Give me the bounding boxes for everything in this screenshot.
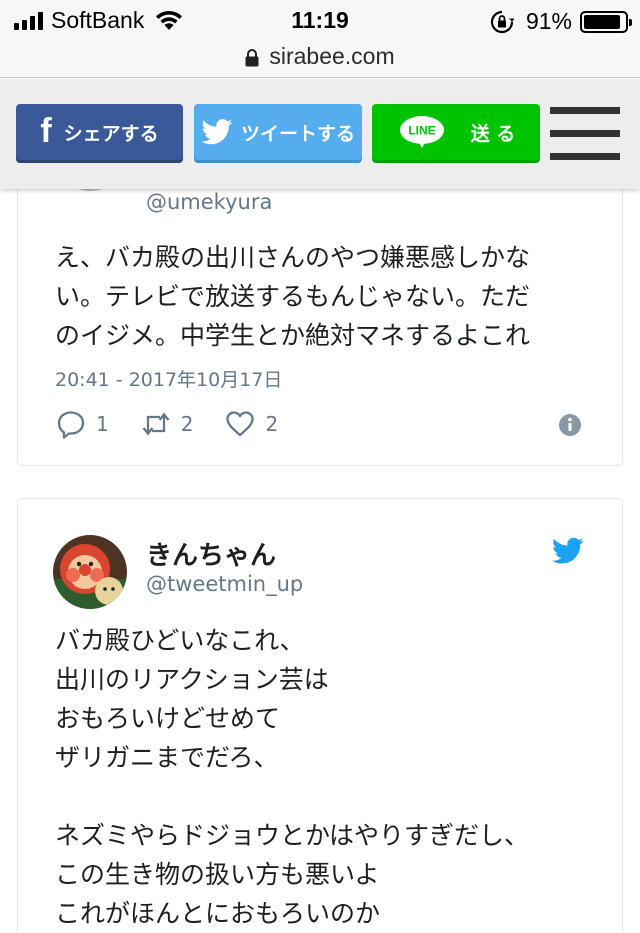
tweet-display-name[interactable]: きんちゃん xyxy=(146,535,276,572)
info-icon[interactable] xyxy=(558,413,582,437)
twitter-bird-icon xyxy=(201,119,233,145)
tweet-text: バカ殿ひどいなこれ、 出川のリアクション芸は おもろいけどせめて ザリガニまでだ… xyxy=(55,626,530,928)
battery-percentage: 91% xyxy=(525,8,572,34)
tweet-card[interactable]: @umekyura え、バカ殿の出川さんのやつ嫌悪感しかな い。テレビで放送する… xyxy=(17,117,623,466)
tweet-handle[interactable]: @tweetmin_up xyxy=(146,572,303,596)
like-count: 2 xyxy=(265,412,279,436)
retweet-icon xyxy=(142,412,170,436)
avatar[interactable] xyxy=(53,535,127,609)
orientation-lock-icon xyxy=(490,10,514,33)
battery-level-fill xyxy=(584,14,621,29)
battery-icon xyxy=(580,10,632,33)
tweet-handle[interactable]: @umekyura xyxy=(146,190,272,214)
retweet-count: 2 xyxy=(180,412,194,436)
twitter-logo-icon[interactable] xyxy=(552,537,584,565)
share-bar: f シェアする ツイートする LINE 送 る xyxy=(0,79,640,189)
line-logo-text: LINE xyxy=(408,124,435,138)
address-bar[interactable]: sirabee.com xyxy=(0,40,640,78)
facebook-share-button[interactable]: f シェアする xyxy=(16,104,183,160)
heart-icon xyxy=(226,411,255,437)
line-share-button[interactable]: LINE 送 る xyxy=(372,104,540,160)
hamburger-menu-button[interactable] xyxy=(550,105,620,161)
line-icon: LINE xyxy=(399,116,444,148)
facebook-icon: f xyxy=(40,111,52,150)
line-share-label: 送 る xyxy=(470,122,516,145)
retweet-button[interactable]: 2 xyxy=(141,409,194,439)
url-domain: sirabee.com xyxy=(269,43,395,69)
twitter-share-button[interactable]: ツイートする xyxy=(194,104,362,160)
reply-icon xyxy=(57,411,85,439)
status-bar: SoftBank 11:19 91% xyxy=(0,0,640,40)
tweet-timestamp[interactable]: 20:41 - 2017年10月17日 xyxy=(55,365,282,392)
tweet-card[interactable]: きんちゃん @tweetmin_up バカ殿ひどいなこれ、 出川のリアクション芸… xyxy=(17,498,623,933)
reply-button[interactable]: 1 xyxy=(56,409,109,439)
lock-icon xyxy=(245,48,259,66)
like-button[interactable]: 2 xyxy=(225,409,278,439)
reply-count: 1 xyxy=(96,412,109,436)
facebook-share-label: シェアする xyxy=(63,122,159,145)
twitter-share-label: ツイートする xyxy=(240,122,355,145)
tweet-text: え、バカ殿の出川さんのやつ嫌悪感しかな い。テレビで放送するもんじゃない。ただ … xyxy=(55,243,531,350)
